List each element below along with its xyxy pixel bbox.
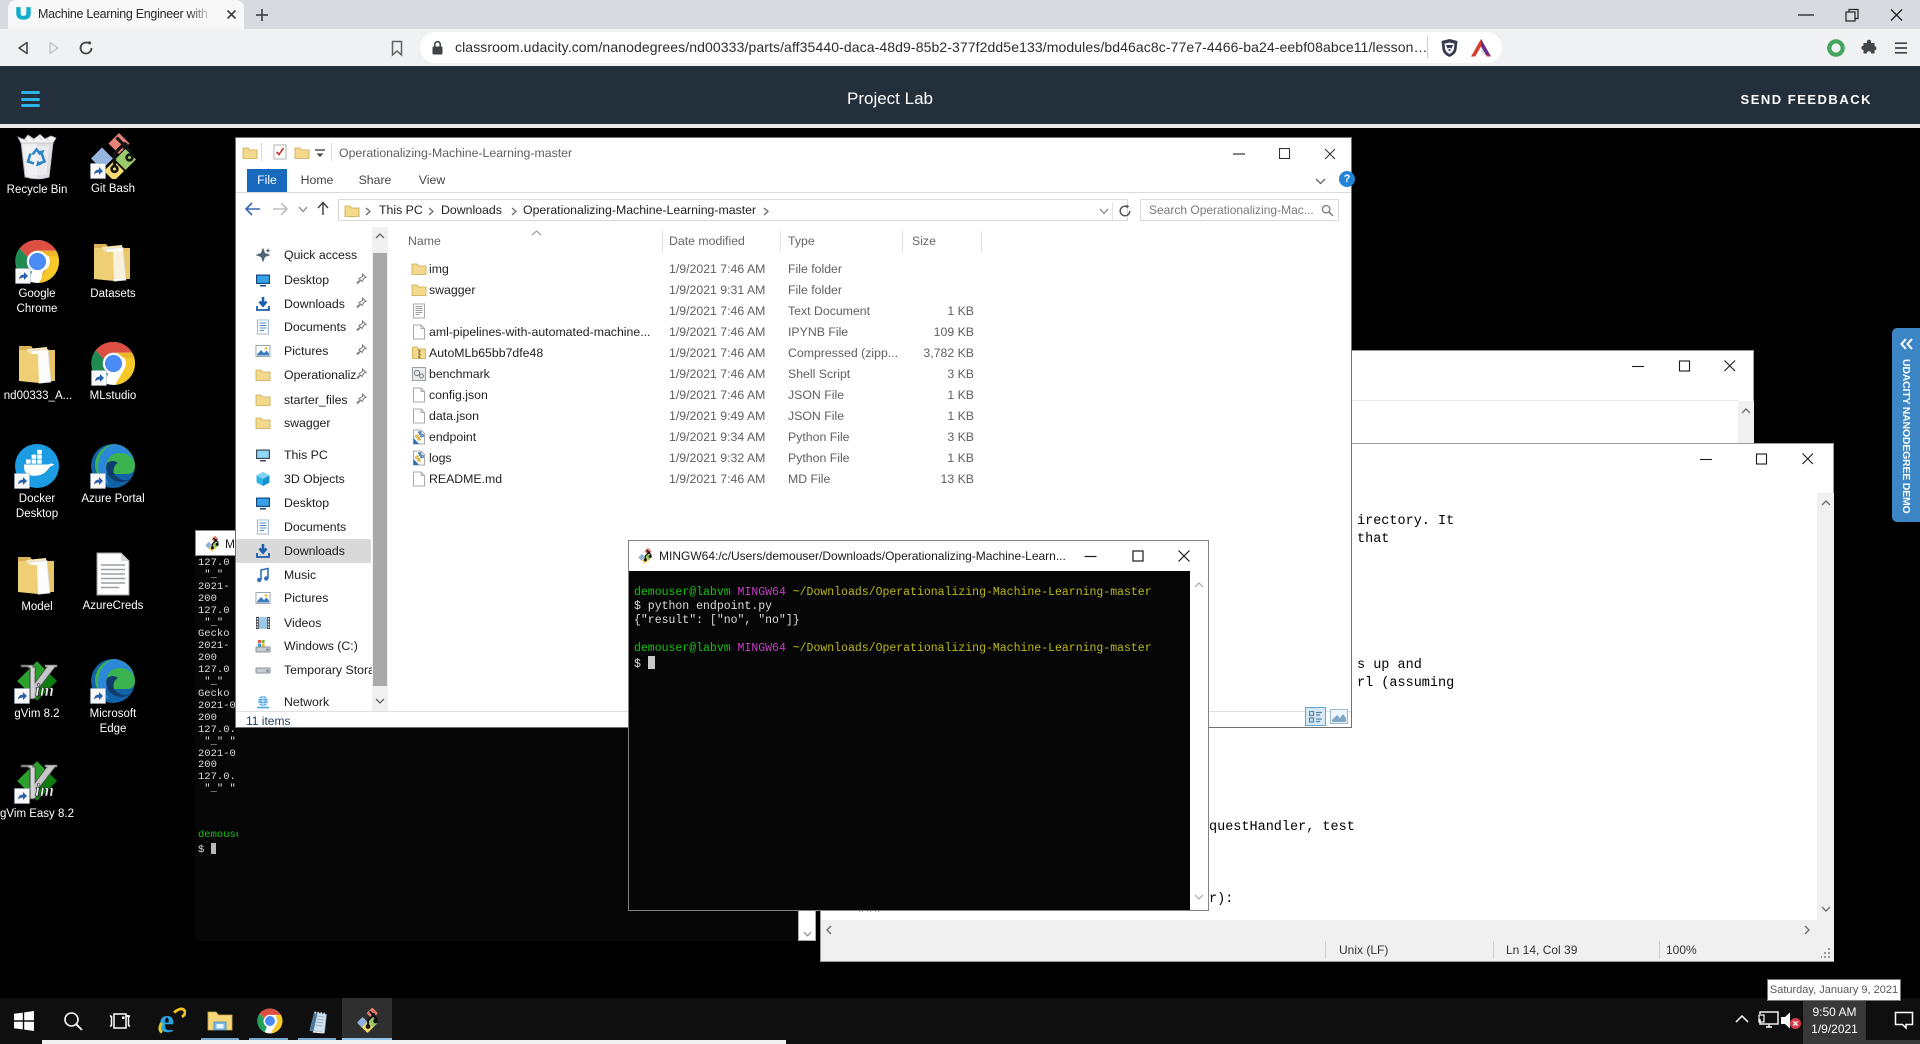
svg-text:im: im: [35, 780, 54, 800]
svg-text:im: im: [35, 680, 54, 700]
